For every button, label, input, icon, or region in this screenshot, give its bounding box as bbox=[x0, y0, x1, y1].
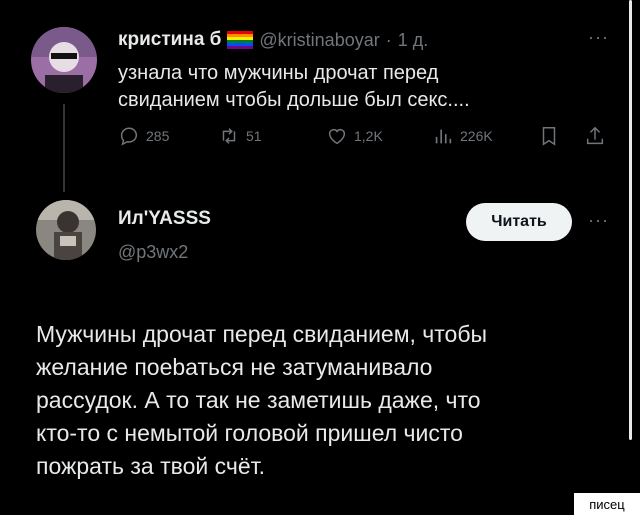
watermark: писец bbox=[574, 493, 640, 515]
avatar-ilyasss-image bbox=[36, 200, 96, 260]
repost-count: 51 bbox=[246, 128, 262, 144]
reply-button[interactable]: 285 bbox=[118, 125, 169, 147]
tweet1-more-button[interactable]: ··· bbox=[588, 27, 609, 48]
reply-count: 285 bbox=[146, 128, 170, 144]
tweet2-body: Мужчины дрочат перед свиданием, чтобы же… bbox=[36, 318, 616, 483]
pride-flag-icon bbox=[227, 31, 254, 49]
read-button[interactable]: Читать bbox=[466, 203, 572, 241]
tweet1-text-line: свиданием чтобы дольше был секс.... bbox=[118, 89, 470, 111]
tweet1-author-name[interactable]: кристина б bbox=[118, 29, 221, 51]
tweet1-text: узнала что мужчины дрочат перед свидание… bbox=[118, 60, 470, 114]
scrollbar[interactable] bbox=[629, 0, 632, 440]
avatar-kristina-image bbox=[31, 27, 97, 93]
repost-icon bbox=[222, 128, 236, 144]
reply-icon bbox=[120, 127, 138, 146]
avatar-ilyasss[interactable] bbox=[36, 200, 96, 260]
tweet1-header: кристина б @kristinaboyar · 1 д. bbox=[118, 29, 428, 51]
tweet2-handle[interactable]: @p3wx2 bbox=[118, 242, 188, 263]
avatar-kristina[interactable] bbox=[31, 27, 97, 93]
repost-button[interactable]: 51 bbox=[218, 125, 262, 147]
tweet2-body-line: рассудок. А то так не заметишь даже, что bbox=[36, 387, 481, 413]
tweet2-body-line: пожрать за твой счёт. bbox=[36, 453, 266, 479]
tweet2-more-button[interactable]: ··· bbox=[588, 210, 609, 231]
tweet2-author-name[interactable]: Ил'YASSS bbox=[118, 208, 211, 230]
tweet1-text-line: узнала что мужчины дрочат перед bbox=[118, 62, 439, 84]
thread-line bbox=[63, 104, 65, 192]
views-button[interactable]: 226K bbox=[432, 125, 493, 147]
bookmark-button[interactable] bbox=[538, 125, 560, 147]
views-icon bbox=[435, 129, 452, 144]
tweet2-body-line: Мужчины дрочат перед свиданием, чтобы bbox=[36, 321, 488, 347]
views-count: 226K bbox=[460, 128, 493, 144]
tweet1-separator: · bbox=[385, 29, 392, 50]
share-icon bbox=[586, 126, 604, 145]
tweet2-body-line: кто-то с немытой головой пришел чисто bbox=[36, 420, 463, 446]
like-count: 1,2K bbox=[354, 128, 383, 144]
like-icon bbox=[328, 129, 346, 145]
tweet2-body-line: желание поеbаться не затуманивало bbox=[36, 354, 433, 380]
tweet1-time[interactable]: 1 д. bbox=[398, 30, 429, 51]
share-button[interactable] bbox=[584, 125, 606, 147]
like-button[interactable]: 1,2K bbox=[326, 125, 383, 147]
bookmark-icon bbox=[542, 127, 556, 146]
tweet1-handle[interactable]: @kristinaboyar bbox=[259, 30, 379, 51]
